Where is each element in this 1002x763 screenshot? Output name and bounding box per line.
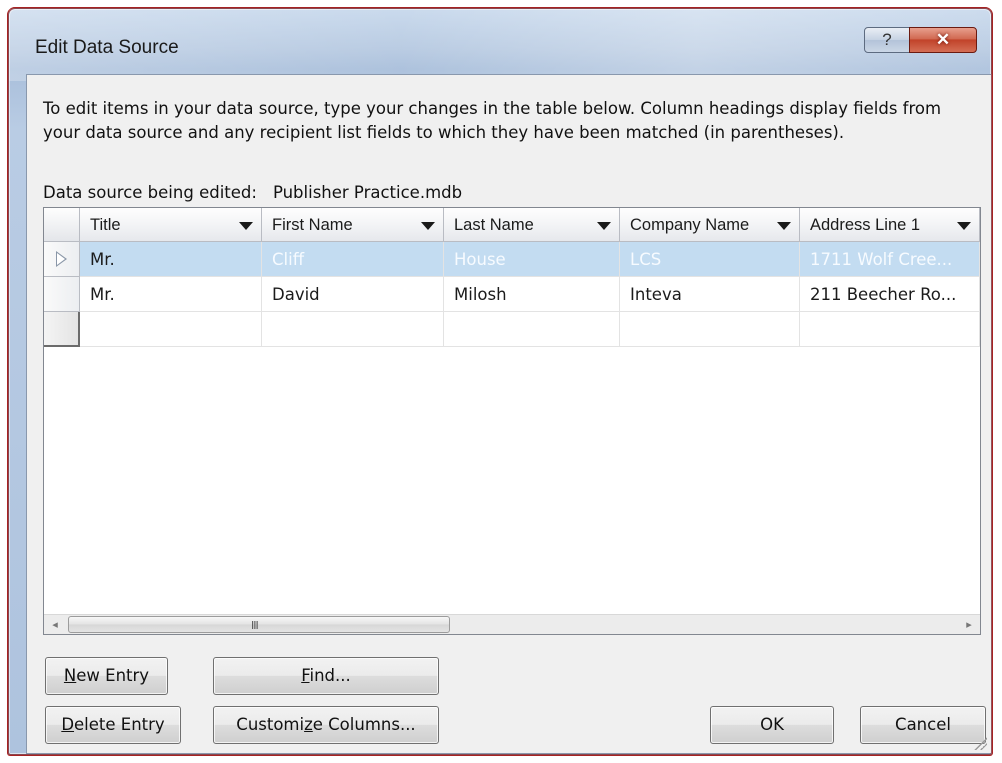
customize-columns-button[interactable]: Customize Columns...	[213, 706, 439, 744]
column-header-first-name[interactable]: First Name	[262, 208, 444, 242]
table-cell[interactable]: Mr.	[80, 277, 262, 312]
new-record-row[interactable]	[44, 312, 980, 347]
row-header[interactable]	[44, 277, 80, 312]
accelerator-key: D	[61, 715, 75, 734]
button-label: e Columns...	[312, 715, 416, 734]
dropdown-arrow-icon[interactable]	[421, 222, 435, 230]
table-cell[interactable]: Inteva	[620, 277, 800, 312]
resize-grip-icon[interactable]	[973, 736, 987, 750]
column-header-row: Title First Name Last Name Company Name …	[44, 208, 980, 242]
table-cell[interactable]: David	[262, 277, 444, 312]
table-row[interactable]: Mr. David Milosh Inteva 211 Beecher Ro..…	[44, 277, 980, 312]
dropdown-arrow-icon[interactable]	[777, 222, 791, 230]
button-label: ew Entry	[76, 666, 150, 685]
grip-icon: III	[251, 619, 259, 632]
column-header-label: Title	[90, 216, 121, 234]
button-label: Customi	[236, 715, 305, 734]
accelerator-key: N	[63, 666, 77, 685]
row-header[interactable]	[44, 242, 80, 277]
help-icon[interactable]: ?	[864, 27, 910, 53]
dropdown-arrow-icon[interactable]	[239, 222, 253, 230]
accelerator-key: F	[301, 666, 310, 685]
button-label: ind...	[309, 666, 351, 685]
select-all-corner[interactable]	[44, 208, 80, 242]
table-cell[interactable]: House	[444, 242, 620, 277]
table-cell[interactable]: Cliff	[262, 242, 444, 277]
current-row-pointer-icon	[56, 251, 67, 267]
table-cell[interactable]: Mr.	[80, 242, 262, 277]
column-header-last-name[interactable]: Last Name	[444, 208, 620, 242]
accelerator-key: z	[304, 715, 313, 734]
table-cell[interactable]: Milosh	[444, 277, 620, 312]
window-title: Edit Data Source	[35, 37, 179, 58]
data-source-name: Publisher Practice.mdb	[272, 183, 463, 202]
scrollbar-thumb[interactable]: III	[68, 616, 450, 633]
column-header-label: Address Line 1	[810, 216, 921, 234]
dropdown-arrow-icon[interactable]	[597, 222, 611, 230]
table-row[interactable]: Mr. Cliff House LCS 1711 Wolf Cree...	[44, 242, 980, 277]
new-entry-button[interactable]: New Entry	[45, 657, 168, 695]
delete-entry-button[interactable]: Delete Entry	[45, 706, 181, 744]
button-label: elete Entry	[74, 715, 165, 734]
table-cell[interactable]: 1711 Wolf Cree...	[800, 242, 980, 277]
scroll-right-icon[interactable]: ▸	[958, 615, 980, 634]
data-grid[interactable]: Title First Name Last Name Company Name …	[43, 207, 981, 635]
column-header-label: Last Name	[454, 216, 534, 234]
table-cell[interactable]	[620, 312, 800, 347]
column-header-title[interactable]: Title	[80, 208, 262, 242]
table-cell[interactable]	[444, 312, 620, 347]
table-cell[interactable]	[800, 312, 980, 347]
horizontal-scrollbar[interactable]: ◂ III ▸	[44, 614, 980, 634]
column-header-label: Company Name	[630, 216, 750, 234]
column-header-company-name[interactable]: Company Name	[620, 208, 800, 242]
scroll-left-icon[interactable]: ◂	[44, 615, 66, 634]
data-source-line: Data source being edited: Publisher Pract…	[43, 183, 462, 202]
close-icon[interactable]: ✕	[909, 27, 977, 53]
dropdown-arrow-icon[interactable]	[957, 222, 971, 230]
column-header-label: First Name	[272, 216, 353, 234]
cancel-button[interactable]: Cancel	[860, 706, 986, 744]
table-cell[interactable]	[80, 312, 262, 347]
ok-button[interactable]: OK	[710, 706, 834, 744]
dialog-body: To edit items in your data source, type …	[26, 74, 992, 754]
instructions-text: To edit items in your data source, type …	[43, 99, 942, 142]
table-cell[interactable]: 211 Beecher Ro...	[800, 277, 980, 312]
table-cell[interactable]	[262, 312, 444, 347]
table-cell[interactable]: LCS	[620, 242, 800, 277]
edit-data-source-dialog: Edit Data Source ? ✕ To edit items in yo…	[8, 8, 992, 755]
data-source-label: Data source being edited:	[43, 183, 257, 202]
find-button[interactable]: Find...	[213, 657, 439, 695]
row-header[interactable]	[44, 312, 80, 347]
column-header-address-line-1[interactable]: Address Line 1	[800, 208, 980, 242]
